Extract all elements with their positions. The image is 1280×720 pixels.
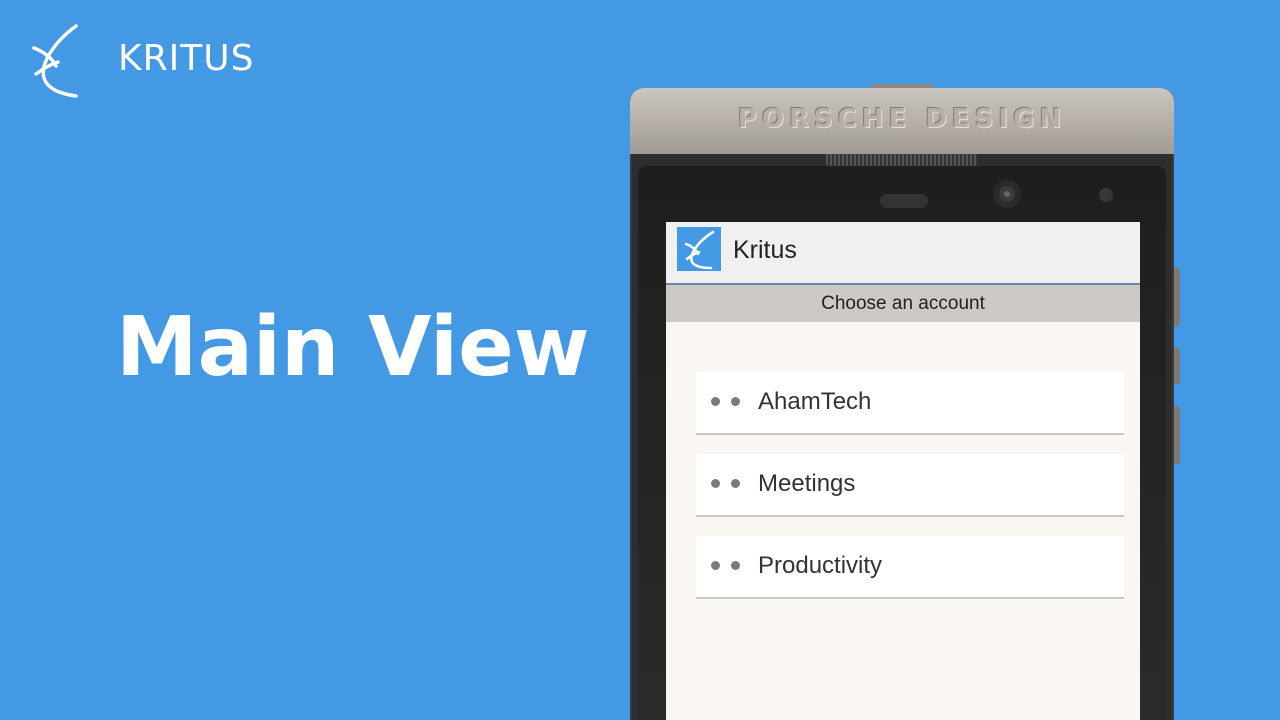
account-label: Productivity (758, 552, 883, 579)
sensor (1099, 188, 1113, 202)
phone-screen: Kritus Choose an account AhamTech Meetin… (666, 222, 1140, 720)
account-label: AhamTech (758, 388, 872, 415)
phone-brand-text: PORSCHE DESIGN (737, 104, 1067, 134)
earpiece (880, 194, 928, 208)
app-bar: Kritus (666, 222, 1140, 285)
kritus-x-icon (684, 230, 715, 270)
side-button-3 (1174, 406, 1180, 464)
app-title: Kritus (733, 236, 797, 264)
kritus-x-logo-icon (32, 24, 78, 98)
choose-account-header: Choose an account (666, 285, 1140, 322)
front-camera-icon (993, 180, 1021, 208)
phone-top-cap: PORSCHE DESIGN (630, 88, 1174, 154)
list-item-productivity[interactable]: Productivity (696, 536, 1124, 599)
list-item-ahamtech[interactable]: AhamTech (696, 372, 1124, 435)
brand-name: KRITUS (118, 38, 255, 79)
account-list: AhamTech Meetings Productivity (696, 372, 1124, 618)
side-button-1 (1174, 268, 1180, 326)
drag-handle-dots-icon (711, 397, 745, 407)
account-label: Meetings (758, 470, 856, 497)
side-button-2 (1174, 348, 1180, 384)
list-item-meetings[interactable]: Meetings (696, 454, 1124, 517)
hero-title: Main View (116, 300, 590, 395)
drag-handle-dots-icon (711, 479, 745, 489)
brand: KRITUS (30, 24, 270, 100)
drag-handle-dots-icon (711, 561, 745, 571)
kritus-app-icon[interactable] (677, 227, 721, 271)
speaker-grille (826, 154, 978, 166)
